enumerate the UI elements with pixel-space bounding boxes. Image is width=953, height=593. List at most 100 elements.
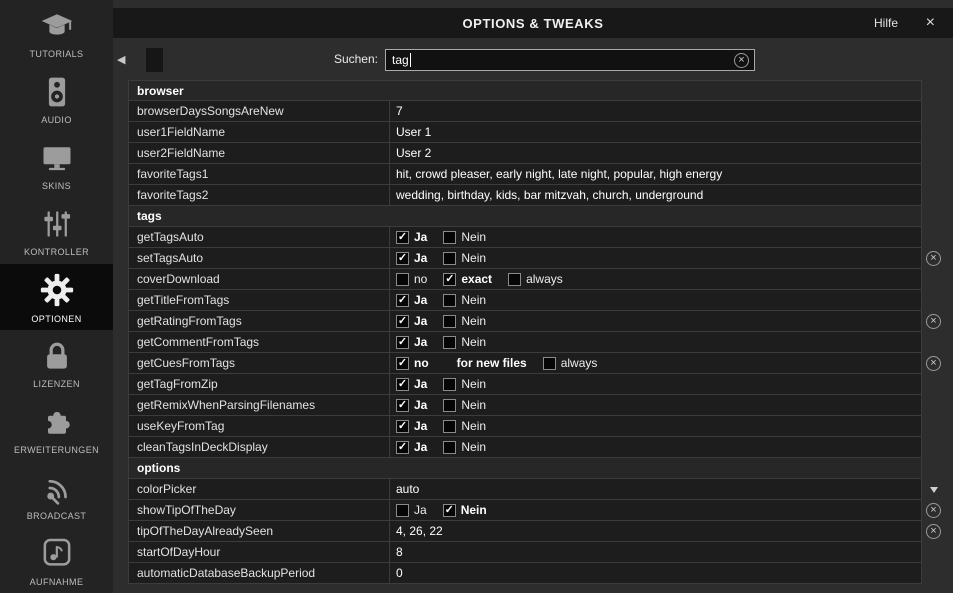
checkbox-no[interactable]: ✓ xyxy=(396,357,409,370)
setting-name: cleanTagsInDeckDisplay xyxy=(128,437,390,458)
checkbox-nein[interactable] xyxy=(443,252,456,265)
checkbox-ja[interactable]: ✓ xyxy=(396,294,409,307)
setting-value-favoriteTags1[interactable]: hit, crowd pleaser, early night, late ni… xyxy=(390,164,922,185)
checkbox-ja[interactable]: ✓ xyxy=(396,420,409,433)
row-gutter xyxy=(922,164,945,185)
setting-value-startOfDayHour[interactable]: 8 xyxy=(390,542,922,563)
row-gutter: × xyxy=(922,521,945,542)
option-label: Ja xyxy=(414,419,427,433)
panel-toggle-button[interactable] xyxy=(146,48,163,72)
setting-name: user1FieldName xyxy=(128,122,390,143)
sidebar-item-skins[interactable]: SKINS xyxy=(0,132,113,198)
close-icon[interactable]: × xyxy=(926,15,935,31)
setting-value-setTagsAuto: ✓JaNein xyxy=(390,248,922,269)
checkbox-ja[interactable]: ✓ xyxy=(396,252,409,265)
setting-value-text: hit, crowd pleaser, early night, late ni… xyxy=(396,167,722,181)
checkbox-nein[interactable] xyxy=(443,378,456,391)
row-gutter: × xyxy=(922,353,945,374)
puzzle-icon xyxy=(39,404,75,440)
reset-icon[interactable]: × xyxy=(926,314,941,329)
setting-value-text: User 2 xyxy=(396,146,431,160)
setting-value-automaticDatabaseBackupPeriod[interactable]: 0 xyxy=(390,563,922,584)
clear-search-icon[interactable]: × xyxy=(734,53,749,68)
setting-name: automaticDatabaseBackupPeriod xyxy=(128,563,390,584)
setting-name: showTipOfTheDay xyxy=(128,500,390,521)
checkbox-ja[interactable]: ✓ xyxy=(396,378,409,391)
checkbox-nein[interactable]: ✓ xyxy=(443,504,456,517)
option-label: always xyxy=(526,272,563,286)
option-label: Nein xyxy=(461,293,486,307)
setting-value-favoriteTags2[interactable]: wedding, birthday, kids, bar mitzvah, ch… xyxy=(390,185,922,206)
checkbox-nein[interactable] xyxy=(443,420,456,433)
setting-name: getRemixWhenParsingFilenames xyxy=(128,395,390,416)
checkbox-exact[interactable]: ✓ xyxy=(443,273,456,286)
mixer-icon xyxy=(39,206,75,242)
main-panel: OPTIONS & TWEAKS Hilfe × ◀ Suchen: tag ×… xyxy=(113,0,953,593)
checkbox-always[interactable] xyxy=(543,357,556,370)
row-gutter xyxy=(922,542,945,563)
reset-icon[interactable]: × xyxy=(926,503,941,518)
row-gutter: × xyxy=(922,311,945,332)
checkbox-ja[interactable]: ✓ xyxy=(396,231,409,244)
sidebar-item-optionen[interactable]: OPTIONEN xyxy=(0,264,113,330)
setting-value-cleanTagsInDeckDisplay: ✓JaNein xyxy=(390,437,922,458)
help-button[interactable]: Hilfe xyxy=(874,16,898,30)
sidebar-item-kontroller[interactable]: KONTROLLER xyxy=(0,198,113,264)
checkbox-always[interactable] xyxy=(508,273,521,286)
checkbox-nein[interactable] xyxy=(443,399,456,412)
checkbox-ja[interactable]: ✓ xyxy=(396,336,409,349)
search-input[interactable]: tag × xyxy=(385,49,755,71)
option-label: always xyxy=(561,356,598,370)
checkbox-ja[interactable] xyxy=(396,504,409,517)
row-gutter: × xyxy=(922,248,945,269)
sidebar-item-label: LIZENZEN xyxy=(33,379,80,389)
setting-value-text: 0 xyxy=(396,566,403,580)
checkbox-nein[interactable] xyxy=(443,294,456,307)
setting-value-browserDaysSongsAreNew[interactable]: 7 xyxy=(390,101,922,122)
row-gutter xyxy=(922,374,945,395)
sidebar-item-lizenzen[interactable]: LIZENZEN xyxy=(0,330,113,396)
option-label: Nein xyxy=(461,251,486,265)
section-header-tags: tags xyxy=(128,206,922,227)
checkbox-nein[interactable] xyxy=(443,315,456,328)
checkbox-nein[interactable] xyxy=(443,441,456,454)
back-icon[interactable]: ◀ xyxy=(117,53,125,66)
option-label: Nein xyxy=(461,503,487,517)
setting-value-user1FieldName[interactable]: User 1 xyxy=(390,122,922,143)
checkbox-ja[interactable]: ✓ xyxy=(396,441,409,454)
setting-value-colorPicker[interactable]: auto xyxy=(390,479,922,500)
row-gutter xyxy=(922,395,945,416)
sidebar-item-audio[interactable]: AUDIO xyxy=(0,66,113,132)
row-gutter: × xyxy=(922,500,945,521)
setting-row-getCommentFromTags: getCommentFromTags✓JaNein xyxy=(128,332,945,353)
row-gutter xyxy=(922,416,945,437)
setting-row-favoriteTags1: favoriteTags1hit, crowd pleaser, early n… xyxy=(128,164,945,185)
setting-value-getCuesFromTags: ✓nofor new filesalways xyxy=(390,353,922,374)
sidebar-item-aufnahme[interactable]: AUFNAHME xyxy=(0,528,113,593)
setting-row-getRemixWhenParsingFilenames: getRemixWhenParsingFilenames✓JaNein xyxy=(128,395,945,416)
reset-icon[interactable]: × xyxy=(926,524,941,539)
checkbox-nein[interactable] xyxy=(443,336,456,349)
checkbox-ja[interactable]: ✓ xyxy=(396,399,409,412)
sidebar-item-tutorials[interactable]: TUTORIALS xyxy=(0,0,113,66)
text-caret xyxy=(410,53,411,67)
setting-row-getCuesFromTags: getCuesFromTags✓nofor new filesalways× xyxy=(128,353,945,374)
setting-row-setTagsAuto: setTagsAuto✓JaNein× xyxy=(128,248,945,269)
sidebar-item-erweiterungen[interactable]: ERWEITERUNGEN xyxy=(0,396,113,462)
row-gutter xyxy=(922,143,945,164)
reset-icon[interactable]: × xyxy=(926,251,941,266)
reset-icon[interactable]: × xyxy=(926,356,941,371)
sidebar-item-broadcast[interactable]: BROADCAST xyxy=(0,462,113,528)
setting-value-tipOfTheDayAlreadySeen[interactable]: 4, 26, 22 xyxy=(390,521,922,542)
setting-value-user2FieldName[interactable]: User 2 xyxy=(390,143,922,164)
setting-name: coverDownload xyxy=(128,269,390,290)
search-value: tag xyxy=(392,53,409,67)
option-label: Nein xyxy=(461,398,486,412)
checkbox-no[interactable] xyxy=(396,273,409,286)
chevron-down-icon[interactable] xyxy=(930,487,938,493)
checkbox-ja[interactable]: ✓ xyxy=(396,315,409,328)
sidebar-item-label: OPTIONEN xyxy=(31,314,81,324)
checkbox-nein[interactable] xyxy=(443,231,456,244)
sidebar-item-label: SKINS xyxy=(42,181,71,191)
option-label: Ja xyxy=(414,293,427,307)
